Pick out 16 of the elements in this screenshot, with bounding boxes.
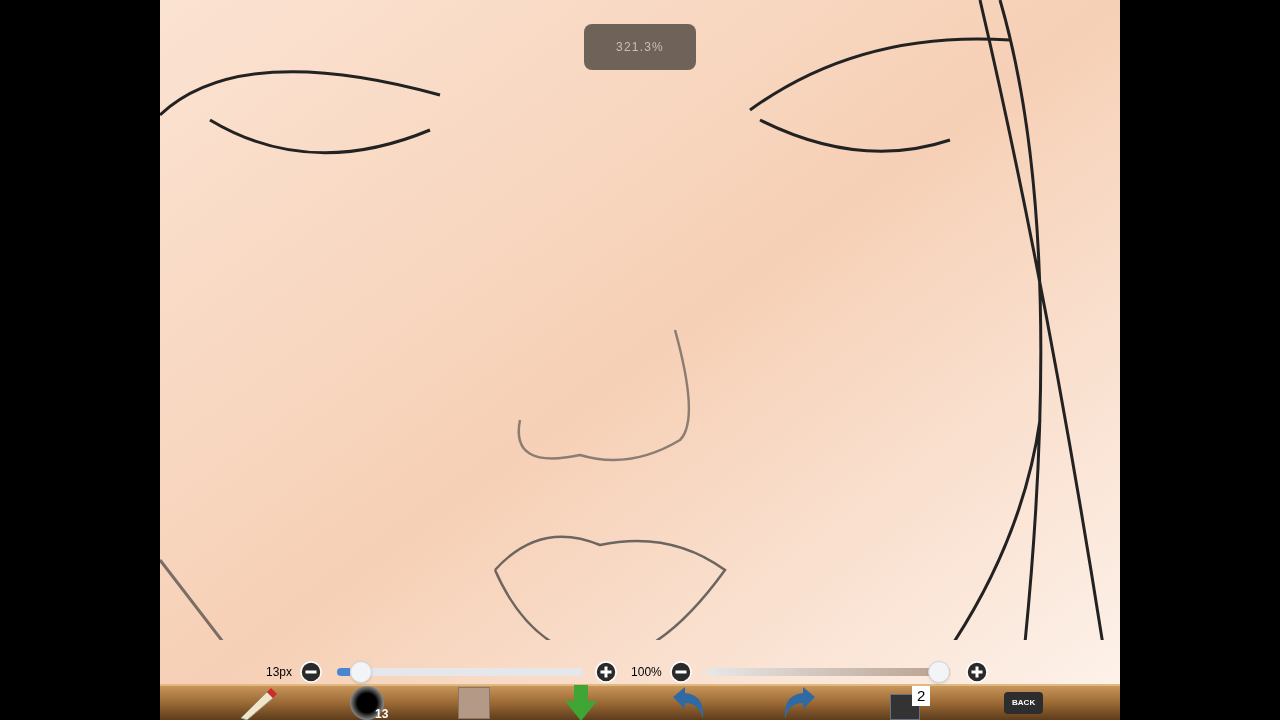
slider-thumb[interactable] — [927, 661, 950, 683]
opacity-label: 100% — [631, 664, 662, 681]
back-button[interactable]: BACK — [1004, 692, 1044, 714]
increase-button[interactable] — [595, 661, 618, 683]
color-swatch[interactable] — [458, 687, 490, 719]
down-arrow-icon[interactable] — [563, 685, 598, 720]
opacity-slider[interactable] — [705, 661, 950, 683]
layer-count: 2 — [912, 686, 931, 706]
brush-size-label: 13px — [266, 664, 293, 681]
slider-thumb[interactable] — [350, 661, 373, 683]
drawing-canvas[interactable]: 321.3% 13px 100% 13 2 BACK — [160, 0, 1120, 720]
increase-button[interactable] — [965, 661, 988, 683]
decrease-button[interactable] — [300, 661, 323, 683]
decrease-button[interactable] — [669, 661, 692, 683]
brush-size-slider[interactable] — [337, 661, 584, 683]
zoom-badge: 321.3% — [584, 24, 696, 70]
